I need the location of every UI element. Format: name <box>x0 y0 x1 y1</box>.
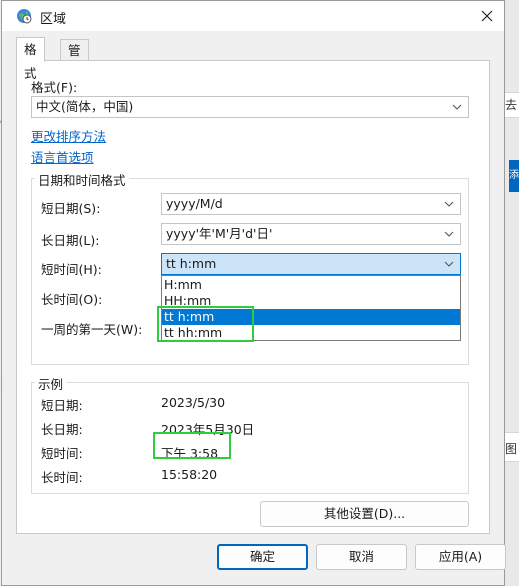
title-bar: 区域 <box>2 1 504 31</box>
long-date-select[interactable]: yyyy'年'M'月'd'日' <box>161 223 461 245</box>
background-blue-button: 添 <box>509 160 519 192</box>
short-date-select[interactable]: yyyy/M/d <box>161 193 461 215</box>
example-long-time-value: 15:58:20 <box>161 467 218 482</box>
tab-format[interactable]: 格式 <box>16 37 45 81</box>
format-select[interactable]: 中文(简体，中国) <box>31 96 469 118</box>
first-day-label: 一周的第一天(W): <box>41 322 143 337</box>
apply-button[interactable]: 应用(A) <box>415 544 506 570</box>
format-label: 格式(F): <box>31 80 78 95</box>
region-dialog: 区域 格式 管理 格式(F): 中文(简体，中国) 更改排序方法 语言首选项 日… <box>1 0 506 586</box>
dropdown-option[interactable]: H:mm <box>162 277 460 293</box>
other-settings-button[interactable]: 其他设置(D)... <box>260 501 469 527</box>
tab-administrative[interactable]: 管理 <box>60 39 89 79</box>
highlight-box-example <box>153 432 231 459</box>
ok-button[interactable]: 确定 <box>217 544 308 570</box>
short-time-label: 短时间(H): <box>41 262 102 277</box>
close-icon <box>481 10 493 22</box>
example-short-date-label: 短日期: <box>41 398 83 413</box>
close-button[interactable] <box>474 4 500 28</box>
short-time-value: tt h:mm <box>166 256 217 271</box>
chevron-down-icon <box>444 231 454 237</box>
short-date-value: yyyy/M/d <box>166 196 223 211</box>
example-short-time-label: 短时间: <box>41 446 83 461</box>
background-text: 图 <box>504 442 517 456</box>
change-sort-link[interactable]: 更改排序方法 <box>31 126 106 145</box>
long-time-label: 长时间(O): <box>41 292 103 307</box>
chevron-down-icon <box>444 261 454 267</box>
background-text: 去 <box>504 98 517 112</box>
example-group-title: 示例 <box>35 374 67 393</box>
format-tab-panel: 格式(F): 中文(简体，中国) 更改排序方法 语言首选项 日期和时间格式 短日… <box>16 60 490 534</box>
example-long-date-label: 长日期: <box>41 422 83 437</box>
example-group <box>31 382 469 494</box>
short-time-select[interactable]: tt h:mm <box>161 253 461 275</box>
cancel-button[interactable]: 取消 <box>316 544 407 570</box>
window-title: 区域 <box>40 12 67 27</box>
globe-clock-icon <box>17 9 32 24</box>
language-preferences-link[interactable]: 语言首选项 <box>31 147 94 166</box>
highlight-box-dropdown <box>157 306 254 342</box>
chevron-down-icon <box>444 201 454 207</box>
short-date-label: 短日期(S): <box>41 201 101 216</box>
long-date-label: 长日期(L): <box>41 233 100 248</box>
datetime-group-title: 日期和时间格式 <box>35 170 129 189</box>
long-date-value: yyyy'年'M'月'd'日' <box>166 226 273 241</box>
example-short-date-value: 2023/5/30 <box>161 395 226 410</box>
chevron-down-icon <box>452 104 462 110</box>
format-select-value: 中文(简体，中国) <box>36 99 134 114</box>
example-long-time-label: 长时间: <box>41 470 83 485</box>
